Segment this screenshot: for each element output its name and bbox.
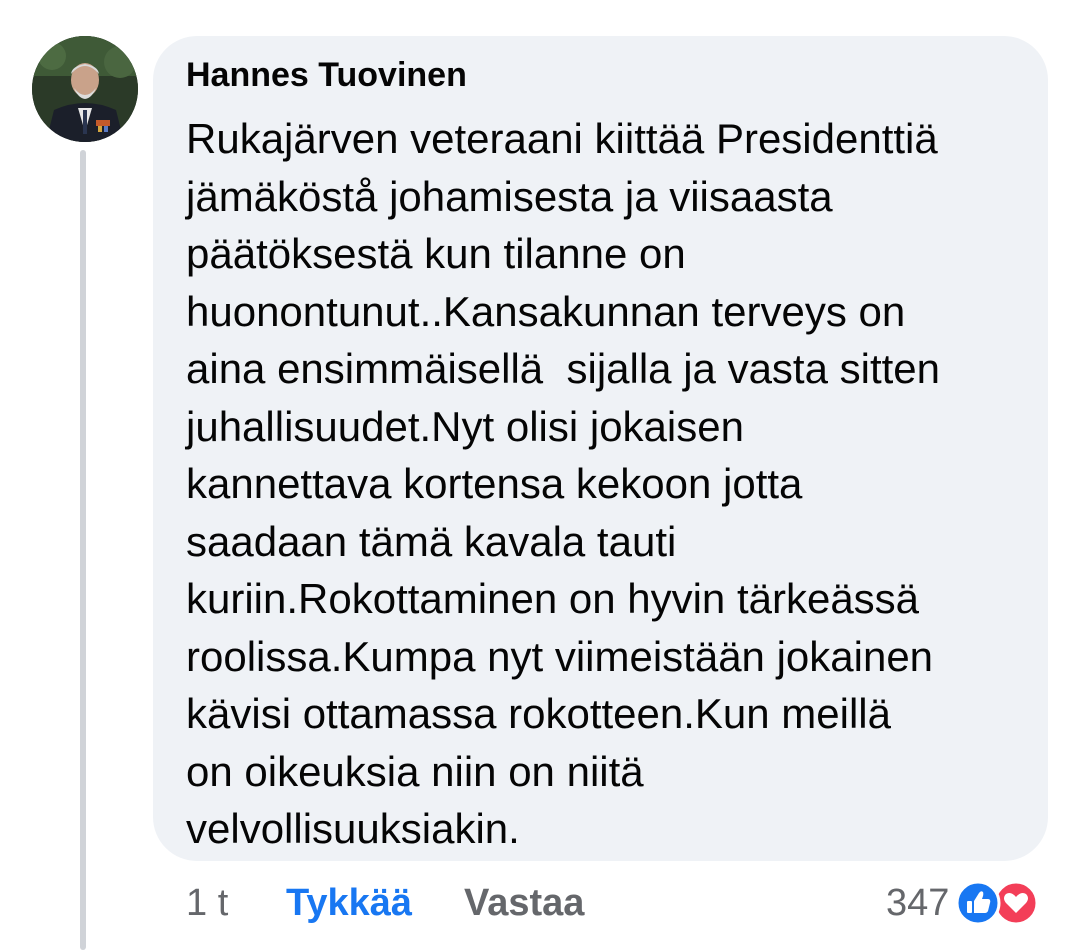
comment-author[interactable]: Hannes Tuovinen: [186, 56, 467, 95]
comment-line: huonontunut..Kansakunnan terveys on: [186, 287, 906, 335]
comment-timestamp[interactable]: 1 t: [186, 882, 228, 925]
comment-text: Rukajärven veteraani kiittää Presidentti…: [186, 110, 1036, 858]
comment-line: aina ensimmäisellä sijalla ja vasta sitt…: [186, 345, 941, 392]
comment-line: jämäköstå johamisesta ja viisaasta: [186, 172, 833, 220]
comment-line: juhallisuudet.Nyt olisi jokaisen: [186, 402, 744, 450]
comment-line: velvollisuuksiakin.: [186, 805, 520, 852]
reaction-count: 347: [886, 881, 950, 924]
reaction-icons: [955, 880, 1043, 926]
comment-line: saadaan tämä kavala tauti: [186, 517, 677, 565]
comment-thread: Hannes Tuovinen Rukajärven veteraani kii…: [0, 0, 1080, 950]
comment-line: kannettava kortensa kekoon jotta: [186, 460, 803, 507]
comment-line: roolissa.Kumpa nyt viimeistään jokainen: [186, 632, 934, 680]
like-button[interactable]: Tykkää: [286, 882, 412, 925]
thread-line: [80, 150, 86, 950]
comment-line: on oikeuksia niin on niitä: [186, 747, 644, 795]
avatar[interactable]: [32, 36, 138, 142]
comment-line: kuriin.Rokottaminen on hyvin tärkeässä: [186, 575, 920, 622]
like-icon: [955, 880, 1001, 926]
reactions-summary[interactable]: 347: [886, 878, 1043, 928]
comment-line: päätöksestä kun tilanne on: [186, 230, 686, 277]
reply-button[interactable]: Vastaa: [464, 882, 584, 925]
comment-line: Rukajärven veteraani kiittää Presidentti…: [186, 115, 938, 162]
comment-line: kävisi ottamassa rokotteen.Kun meillä: [186, 690, 891, 737]
comment-actions: 1 t Tykkää Vastaa 347: [0, 878, 1080, 934]
